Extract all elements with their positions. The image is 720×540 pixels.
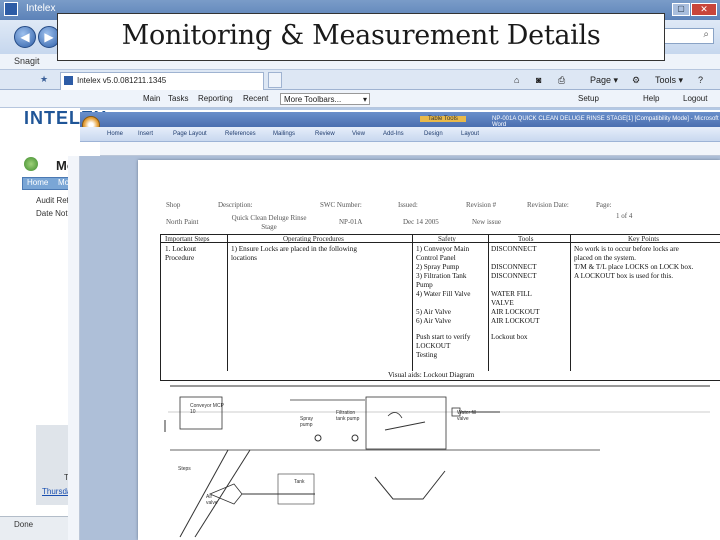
- snagit-button[interactable]: Snagit: [14, 56, 40, 66]
- close-button[interactable]: ✕: [691, 3, 717, 16]
- doc-value-swc: NP-01A: [339, 218, 363, 226]
- label-tank: Tank: [294, 479, 305, 485]
- home-icon[interactable]: ⌂: [514, 75, 519, 85]
- ribbon-tab-home[interactable]: Home: [107, 131, 123, 137]
- procedure-cell: 1) Ensure Locks are placed in the follow…: [231, 245, 357, 262]
- new-tab-button[interactable]: [268, 72, 282, 88]
- ie-logo-icon: [4, 2, 18, 16]
- doc-value-shop: North Paint: [166, 218, 199, 226]
- menu-logout[interactable]: Logout: [680, 93, 710, 105]
- lockout-diagram: [164, 385, 710, 538]
- label-water-fill: Water fill valve: [457, 410, 477, 422]
- field-label-date: Date Not: [36, 209, 68, 218]
- favorites-star-icon[interactable]: ★: [40, 74, 48, 85]
- menu-setup[interactable]: Setup: [575, 93, 602, 105]
- maximize-button[interactable]: ▢: [672, 3, 690, 16]
- table-rule: [227, 234, 228, 371]
- doc-label-shop: Shop: [166, 201, 181, 209]
- ribbon-tab-references[interactable]: References: [225, 131, 256, 137]
- browser-title: Intelex: [26, 3, 56, 14]
- table-rule: [160, 380, 720, 381]
- menu-recent[interactable]: Recent: [240, 93, 271, 105]
- label-spray-pump: Spray pump: [300, 416, 314, 428]
- portal-tab-home[interactable]: Home: [27, 178, 48, 187]
- ribbon-tab-design[interactable]: Design: [424, 131, 443, 137]
- tab-favicon-icon: [64, 76, 73, 85]
- help-icon[interactable]: ?: [698, 75, 703, 85]
- ribbon-tab-page-layout[interactable]: Page Layout: [173, 131, 207, 137]
- ribbon-tab-review[interactable]: Review: [315, 131, 335, 137]
- table-rule: [488, 234, 489, 371]
- ribbon-tab-view[interactable]: View: [352, 131, 365, 137]
- browser-tab[interactable]: Intelex v5.0.081211.1345: [60, 72, 264, 90]
- menu-main[interactable]: Main: [140, 93, 163, 105]
- search-box[interactable]: ⌕: [660, 28, 714, 44]
- vertical-ruler: [68, 156, 80, 540]
- step-cell: 1. Lockout Procedure: [165, 245, 197, 262]
- browser-tab-label: Intelex v5.0.081211.1345: [77, 76, 167, 85]
- doc-label-swc: SWC Number:: [320, 201, 362, 209]
- tools-cell: DISCONNECT DISCONNECT DISCONNECT WATER FIL…: [491, 245, 540, 341]
- label-filtration: Filtration tank pump: [336, 410, 360, 422]
- label-air-valve: Air valve: [206, 494, 218, 506]
- page-title: Monitoring & Measurement Details: [121, 20, 601, 51]
- column-header-tools: Tools: [518, 235, 534, 243]
- key-points-cell: No work is to occur before locks are plac…: [574, 245, 694, 280]
- word-title-bar: Table Tools NP-001A QUICK CLEAN DELUGE R…: [80, 112, 720, 128]
- doc-label-page: Page:: [596, 201, 612, 209]
- field-label-audit-ref: Audit Ref: [36, 196, 69, 205]
- column-header-steps: Important Steps: [165, 235, 210, 243]
- tab-strip: ★ Intelex v5.0.081211.1345 ⌂ ◙ ⎙ Page ▾ …: [0, 70, 720, 90]
- doc-value-issued: Dec 14 2005: [403, 218, 439, 226]
- column-header-key-points: Key Points: [628, 235, 659, 243]
- label-conveyor: Conveyor MCP 10: [190, 403, 224, 415]
- table-rule: [412, 234, 413, 371]
- tools-menu[interactable]: Tools ▾: [655, 75, 683, 86]
- ribbon-tab-layout[interactable]: Layout: [461, 131, 479, 137]
- table-rule: [570, 234, 571, 371]
- ribbon-tab-insert[interactable]: Insert: [138, 131, 153, 137]
- doc-value-revision: New issue: [472, 218, 501, 226]
- doc-value-description: Quick Clean Deluge Rinse Stage: [231, 214, 307, 231]
- menu-reporting[interactable]: Reporting: [195, 93, 236, 105]
- doc-label-revision-date: Revision Date:: [527, 201, 569, 209]
- doc-label-description: Description:: [218, 201, 253, 209]
- safety-cell: 1) Conveyor Main Control Panel 2) Spray Pu…: [416, 245, 471, 359]
- diagram-caption: Visual aids: Lockout Diagram: [388, 371, 475, 379]
- doc-value-page: 1 of 4: [616, 212, 633, 220]
- table-rule: [160, 234, 161, 380]
- horizontal-ruler: [100, 142, 720, 156]
- ribbon-tab-mailings[interactable]: Mailings: [273, 131, 295, 137]
- safety-menu[interactable]: ⚙: [632, 75, 640, 86]
- menu-help[interactable]: Help: [640, 93, 662, 105]
- module-icon: [24, 157, 38, 171]
- table-tools-tab: Table Tools: [420, 116, 466, 122]
- more-toolbars-select[interactable]: More Toolbars... ▾: [280, 93, 370, 105]
- ribbon-tab-add-ins[interactable]: Add-Ins: [383, 131, 404, 137]
- label-steps: Steps: [178, 466, 191, 472]
- status-text: Done: [14, 520, 34, 529]
- back-button[interactable]: ◀: [14, 26, 36, 48]
- print-icon[interactable]: ⎙: [558, 75, 565, 86]
- column-header-procedures: Operating Procedures: [283, 235, 344, 243]
- menu-tasks[interactable]: Tasks: [165, 93, 191, 105]
- search-icon[interactable]: ⌕: [703, 29, 709, 40]
- doc-label-revision: Revision #: [466, 201, 497, 209]
- doc-label-issued: Issued:: [398, 201, 418, 209]
- page-menu[interactable]: Page ▾: [590, 75, 618, 86]
- feeds-icon[interactable]: ◙: [536, 75, 541, 85]
- column-header-safety: Safety: [438, 235, 456, 243]
